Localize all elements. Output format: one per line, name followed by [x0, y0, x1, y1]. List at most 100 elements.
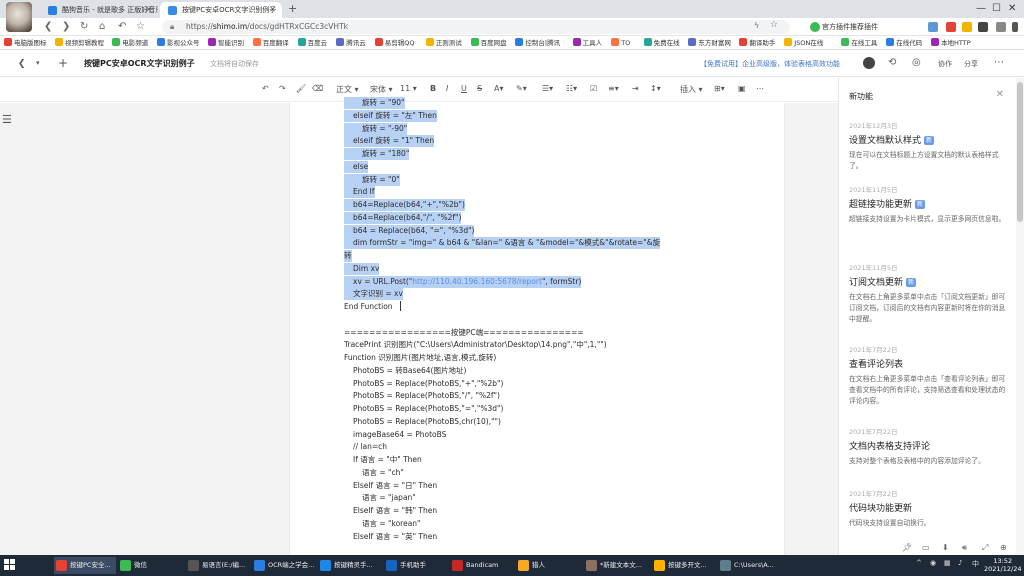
code-icon[interactable]: ⋯ — [756, 84, 764, 93]
clock[interactable]: 13:52 2021/12/24 — [984, 557, 1021, 573]
code-line[interactable]: 语言 = "korean" — [344, 518, 421, 530]
close-icon[interactable]: ✕ — [996, 89, 1004, 100]
zoom-icon[interactable]: ⊕ — [1000, 543, 1007, 552]
tab-kugou[interactable]: 酷狗音乐 - 就是歌多 正版好音乐 ✕ — [40, 2, 158, 18]
forward-icon[interactable]: ❯ — [62, 21, 70, 32]
bookmark-star-icon[interactable]: ☆ — [770, 20, 778, 30]
bookmark-item[interactable]: 百度云 — [297, 37, 327, 49]
menu-icon[interactable] — [978, 22, 988, 32]
code-line[interactable]: TracePrint 识别图片("C:\Users\Administrator\… — [344, 339, 607, 351]
more-icon[interactable] — [1012, 22, 1018, 32]
code-line[interactable]: End If — [344, 186, 375, 199]
star-icon[interactable]: ☆ — [136, 21, 145, 32]
bookmark-item[interactable]: JSON在线 — [784, 37, 823, 49]
taskbar-item[interactable]: 按键多开文... — [652, 557, 714, 574]
code-line[interactable]: 旋转 = "0" — [344, 173, 400, 186]
undo-close-icon[interactable]: ↶ — [118, 21, 126, 32]
code-line[interactable]: xv = URL.Post("http://110.40.196.160:567… — [344, 275, 582, 288]
ordered-list-icon[interactable]: ☰▾ — [542, 84, 553, 93]
redo-icon[interactable]: ↷ — [279, 84, 286, 93]
collab-button[interactable]: 协作 — [938, 59, 952, 69]
checklist-icon[interactable]: ☑ — [590, 84, 597, 93]
bookmark-item[interactable]: 智能识别 — [208, 37, 244, 49]
code-line[interactable]: else — [344, 160, 369, 173]
maximize-button[interactable]: ☐ — [992, 3, 1001, 14]
bookmark-item[interactable]: 视频剪辑教程 — [55, 37, 104, 49]
code-line[interactable]: PhotoBS = 转Base64(图片地址) — [344, 365, 466, 377]
code-line[interactable]: 旋转 = "-90" — [344, 122, 408, 135]
code-line[interactable]: PhotoBS = Replace(PhotoBS,"=","%3d") — [344, 403, 503, 415]
network-icon[interactable]: ▦ — [944, 559, 951, 567]
bookmark-item[interactable]: 工具人 — [572, 37, 602, 49]
code-line[interactable]: End Function — [344, 301, 393, 313]
code-line[interactable]: // lan=ch — [344, 441, 387, 453]
url-text[interactable]: https://shimo.im/docs/gdHTRxCGCc3cVHTk — [186, 21, 348, 33]
input-method-icon[interactable]: 中 — [972, 559, 979, 569]
feature-item[interactable]: 2021年11月5日 订阅文档更新新在文档右上角更多菜单中点击「订阅文档更新」即可… — [849, 264, 1009, 325]
back-icon[interactable]: ❮ — [44, 21, 52, 32]
code-line[interactable]: =================按键PC端================ — [344, 327, 584, 339]
strikethrough-button[interactable]: S — [477, 84, 482, 93]
bookmark-item[interactable]: 腾讯云 — [336, 37, 366, 49]
code-line[interactable]: PhotoBS = Replace(PhotoBS,"+","%2b") — [344, 378, 503, 390]
code-line[interactable]: b64=Replace(b64,"/", "%2f") — [344, 211, 462, 224]
close-icon[interactable]: ✕ — [269, 2, 276, 18]
bookmark-item[interactable]: 在线工具 — [841, 37, 877, 49]
minimize-button[interactable]: — — [976, 3, 986, 14]
taskbar-item[interactable]: 按键PC安全... — [54, 557, 116, 574]
code-line[interactable]: dim formStr = "img=" & b64 & "&lan=" &语言… — [344, 237, 661, 250]
url-bar[interactable]: 🔒︎ https://shimo.im/docs/gdHTRxCGCc3cVHT… — [162, 20, 790, 34]
size-select[interactable]: 11 ▾ — [400, 84, 417, 93]
code-line[interactable]: b64 = Replace(b64, "=", "%3d") — [344, 224, 475, 237]
document-page[interactable]: 旋转 = "90" elseif 旋转 = "左" Then 旋转 = "-90" e… — [289, 97, 785, 555]
lightning-icon[interactable]: ϟ — [754, 21, 759, 30]
align-icon[interactable]: ≡▾ — [608, 84, 619, 93]
indent-icon[interactable]: ⇥ — [632, 84, 639, 93]
taskbar-item[interactable]: 微信 — [118, 557, 182, 574]
more-icon[interactable]: ⋯ — [994, 57, 1004, 68]
underline-button[interactable]: U — [461, 84, 467, 93]
bullet-list-icon[interactable]: ☷▾ — [566, 84, 577, 93]
undo-icon[interactable]: ↶ — [262, 84, 269, 93]
extension-label[interactable]: 官方插件推荐插件 — [822, 20, 878, 34]
location-icon[interactable]: ◎ — [912, 57, 921, 68]
format-painter-icon[interactable]: 🖌︎ — [296, 84, 306, 93]
tray-chevron-icon[interactable]: ^ — [916, 559, 922, 567]
scrollbar[interactable] — [1016, 78, 1024, 555]
code-line[interactable]: ElseIf 语言 = "英" Then — [344, 531, 437, 543]
italic-button[interactable]: I — [446, 84, 448, 93]
feature-item[interactable]: 2021年7月22日 查看评论列表 在文档右上角更多菜单中点击「查看评论列表」即可查… — [849, 346, 1009, 407]
download-icon[interactable] — [996, 22, 1006, 32]
code-line[interactable]: Dim xv — [344, 262, 380, 275]
doc-title[interactable]: 按键PC安卓OCR文字识别例子 — [84, 58, 195, 69]
code-line[interactable]: elseif 旋转 = "1" Then — [344, 135, 435, 148]
code-line[interactable]: 转 — [344, 250, 352, 262]
feature-item[interactable]: 2021年12月3日 设置文档默认样式新现在可以在文档标题上方设置文档的默认表格样… — [849, 122, 1009, 172]
extension-yellow-icon[interactable] — [962, 22, 972, 32]
taskbar-item[interactable]: *新建文本文... — [584, 557, 648, 574]
user-avatar[interactable] — [863, 57, 875, 69]
bookmark-item[interactable]: 影视公众号 — [157, 37, 200, 49]
outline-icon[interactable]: ☰ — [2, 113, 12, 126]
line-spacing-icon[interactable]: ↕▾ — [650, 84, 661, 93]
text-color-icon[interactable]: A▾ — [494, 84, 504, 93]
taskbar-item[interactable]: 猎人 — [516, 557, 578, 574]
extension-grid-icon[interactable] — [928, 22, 938, 32]
taskbar-item[interactable]: 手机助手 — [384, 557, 446, 574]
code-line[interactable]: 语言 = "ch" — [344, 467, 404, 479]
close-icon[interactable]: ✕ — [145, 2, 152, 18]
volume-icon[interactable]: 🔊︎ — [962, 543, 967, 553]
bookmark-item[interactable]: 电脑版图标 — [4, 37, 47, 49]
add-icon[interactable]: + — [58, 56, 68, 70]
extension-red-icon[interactable] — [946, 22, 956, 32]
back-icon[interactable]: ❮ — [18, 59, 26, 69]
download-icon[interactable]: ⬇︎ — [942, 543, 949, 552]
code-line[interactable]: ElseIf 语言 = "韩" Then — [344, 505, 437, 517]
image-icon[interactable]: ▣ — [738, 84, 746, 93]
profile-avatar[interactable] — [6, 2, 32, 32]
taskbar-item[interactable]: 易语言(E:/编... — [186, 557, 248, 574]
history-icon[interactable]: ⟲ — [888, 57, 896, 68]
taskbar-item[interactable]: 按键精灵手... — [318, 557, 380, 574]
promo-link[interactable]: 【免费试用】企业高级版，体验表格高效功能 — [700, 59, 840, 69]
taskbar-item[interactable]: Bandicam — [450, 557, 512, 574]
